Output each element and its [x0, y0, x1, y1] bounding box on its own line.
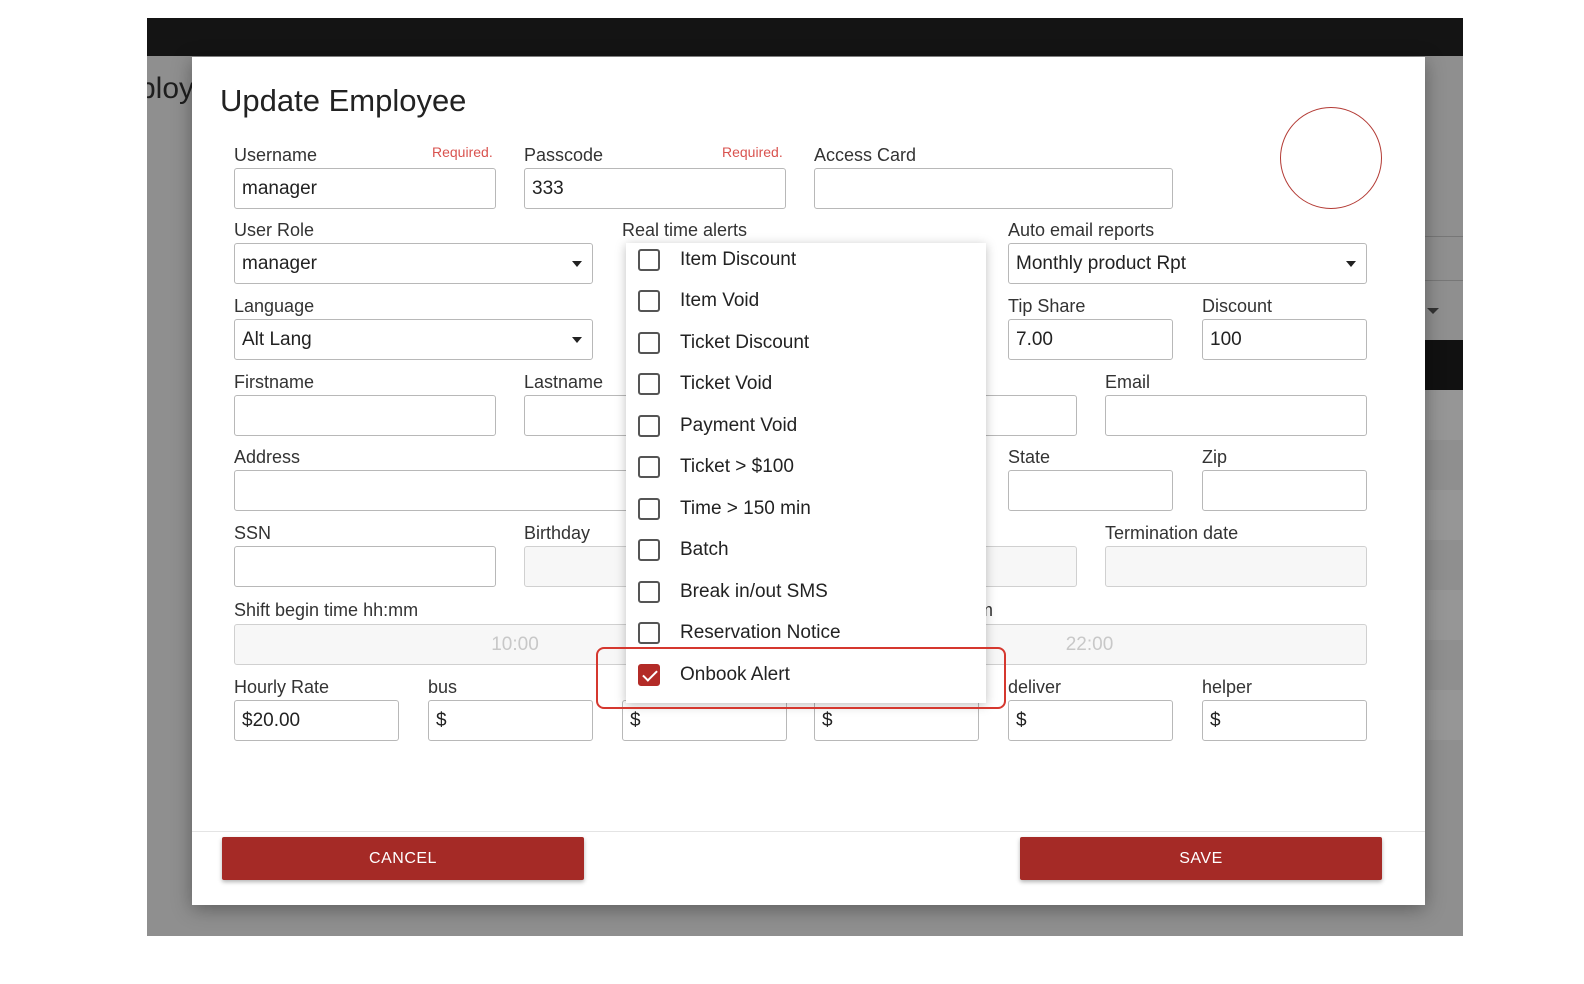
alert-option-item-discount[interactable]: Item Discount: [626, 243, 986, 284]
helper-rate-input[interactable]: $: [1202, 700, 1367, 741]
access-card-input[interactable]: [814, 168, 1173, 209]
zip-label: Zip: [1202, 447, 1228, 467]
username-input[interactable]: manager: [234, 168, 496, 209]
alert-option-batch[interactable]: Batch: [626, 533, 986, 574]
alert-option-label: Time > 150 min: [680, 498, 811, 519]
termination-date-input[interactable]: [1105, 546, 1367, 587]
checkbox[interactable]: [638, 539, 660, 561]
discount-label: Discount: [1202, 296, 1273, 316]
checkbox[interactable]: [638, 456, 660, 478]
passcode-required-hint: Required.: [722, 144, 783, 160]
alert-option-label: Ticket Void: [680, 373, 773, 394]
checkbox[interactable]: [638, 332, 660, 354]
background-page-title: ploy: [147, 72, 195, 105]
discount-input[interactable]: 100: [1202, 319, 1367, 360]
firstname-label: Firstname: [234, 372, 315, 392]
auto-email-reports-value: Monthly product Rpt: [1016, 253, 1187, 274]
alert-option-break-sms[interactable]: Break in/out SMS: [626, 575, 986, 616]
alert-option-item-void[interactable]: Item Void: [626, 284, 986, 325]
termination-date-label: Termination date: [1105, 523, 1239, 543]
user-role-select[interactable]: manager: [234, 243, 593, 284]
birthday-label: Birthday: [524, 523, 591, 543]
caret-down-icon: [1346, 261, 1356, 267]
username-label: Username: [234, 145, 318, 165]
caret-down-icon: [572, 337, 582, 343]
language-select[interactable]: Alt Lang: [234, 319, 593, 360]
checkbox[interactable]: [638, 498, 660, 520]
update-employee-dialog: Update Employee Username Required. manag…: [192, 57, 1425, 905]
auto-email-reports-label: Auto email reports: [1008, 220, 1155, 240]
address-label: Address: [234, 447, 301, 467]
ssn-label: SSN: [234, 523, 272, 543]
access-card-label: Access Card: [814, 145, 917, 165]
auto-email-reports-select[interactable]: Monthly product Rpt: [1008, 243, 1367, 284]
alert-option-label: Item Discount: [680, 249, 797, 270]
hourly-rate-label: Hourly Rate: [234, 677, 330, 697]
deliver-rate-input[interactable]: $: [1008, 700, 1173, 741]
language-value: Alt Lang: [242, 329, 312, 350]
app-top-bar: [147, 18, 1463, 56]
alert-option-label: Payment Void: [680, 415, 798, 436]
alert-option-label: Reservation Notice: [680, 622, 841, 643]
alert-option-label: Ticket > $100: [680, 456, 794, 477]
checkbox[interactable]: [638, 290, 660, 312]
helper-label: helper: [1202, 677, 1253, 697]
zip-input[interactable]: [1202, 470, 1367, 511]
user-role-label: User Role: [234, 220, 315, 240]
checkbox[interactable]: [638, 622, 660, 644]
alert-option-ticket-void[interactable]: Ticket Void: [626, 367, 986, 408]
ssn-input[interactable]: [234, 546, 496, 587]
checkbox[interactable]: [638, 415, 660, 437]
alert-option-label: Break in/out SMS: [680, 581, 828, 602]
employee-photo-avatar[interactable]: [1280, 107, 1382, 209]
state-input[interactable]: [1008, 470, 1173, 511]
alert-option-time-over-150[interactable]: Time > 150 min: [626, 492, 986, 533]
email-input[interactable]: [1105, 395, 1367, 436]
checkbox[interactable]: [638, 373, 660, 395]
save-button[interactable]: SAVE: [1020, 837, 1382, 880]
username-required-hint: Required.: [432, 144, 493, 160]
caret-down-icon: [572, 261, 582, 267]
passcode-input[interactable]: 333: [524, 168, 786, 209]
checkbox[interactable]: [638, 249, 660, 271]
annotation-highlight-box: [596, 647, 1006, 709]
bus-label: bus: [428, 677, 458, 697]
alert-option-label: Ticket Discount: [680, 332, 810, 353]
lastname-label: Lastname: [524, 372, 604, 392]
passcode-label: Passcode: [524, 145, 604, 165]
cancel-button[interactable]: CANCEL: [222, 837, 584, 880]
real-time-alerts-dropdown[interactable]: Item Discount Item Void Ticket Discount …: [626, 243, 986, 703]
hourly-rate-input[interactable]: $20.00: [234, 700, 399, 741]
alert-option-label: Item Void: [680, 290, 760, 311]
tip-share-input[interactable]: 7.00: [1008, 319, 1173, 360]
alert-option-payment-void[interactable]: Payment Void: [626, 409, 986, 450]
bus-rate-input[interactable]: $: [428, 700, 593, 741]
alert-option-label: Batch: [680, 539, 729, 560]
email-label: Email: [1105, 372, 1151, 392]
firstname-input[interactable]: [234, 395, 496, 436]
footer-divider: [192, 831, 1425, 832]
background-caret-down-icon: [1427, 308, 1439, 314]
user-role-value: manager: [242, 253, 317, 274]
shift-begin-label: Shift begin time hh:mm: [234, 600, 419, 620]
tip-share-label: Tip Share: [1008, 296, 1086, 316]
alert-option-ticket-over-100[interactable]: Ticket > $100: [626, 450, 986, 491]
language-label: Language: [234, 296, 315, 316]
checkbox[interactable]: [638, 581, 660, 603]
state-label: State: [1008, 447, 1051, 467]
dialog-title: Update Employee: [220, 83, 467, 118]
deliver-label: deliver: [1008, 677, 1062, 697]
alert-option-ticket-discount[interactable]: Ticket Discount: [626, 326, 986, 367]
real-time-alerts-label: Real time alerts: [622, 220, 748, 240]
